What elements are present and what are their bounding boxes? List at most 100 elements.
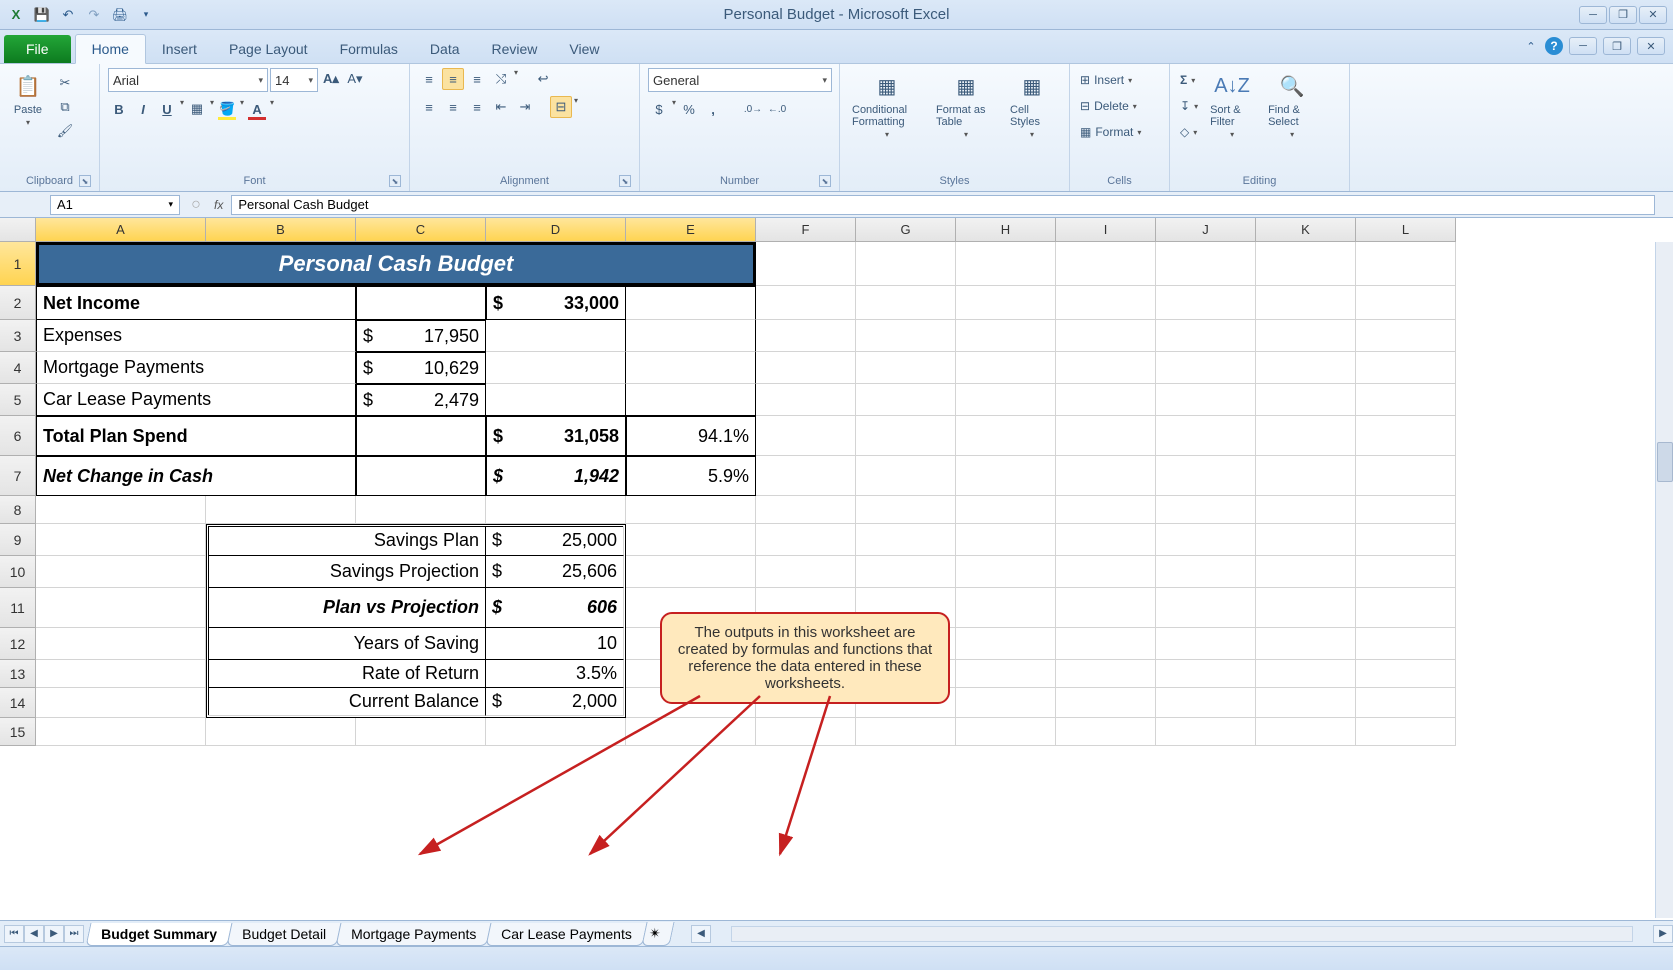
cell-empty[interactable] (1356, 456, 1456, 496)
redo-icon[interactable]: ↷ (84, 5, 104, 25)
cell-empty[interactable] (36, 524, 206, 556)
cell-empty[interactable] (36, 628, 206, 660)
cell-empty[interactable] (1256, 286, 1356, 320)
delete-cells-button[interactable]: ⊟Delete▾ (1078, 94, 1139, 118)
cell-a4[interactable]: Mortgage Payments (36, 352, 356, 384)
row-header-8[interactable]: 8 (0, 496, 36, 524)
last-sheet-button[interactable]: ⏭ (64, 925, 84, 943)
cell-empty[interactable] (36, 718, 206, 746)
home-tab[interactable]: Home (75, 34, 146, 64)
col-header-b[interactable]: B (206, 218, 356, 242)
fill-button[interactable]: ↧▾ (1178, 94, 1200, 118)
dialog-launcher-icon[interactable]: ⬊ (819, 175, 831, 187)
page-layout-tab[interactable]: Page Layout (213, 35, 324, 63)
cell-empty[interactable] (856, 718, 956, 746)
increase-indent-icon[interactable]: ⇥ (514, 96, 536, 118)
hscroll-left-button[interactable]: ◀ (691, 925, 711, 943)
cell-empty[interactable] (956, 384, 1056, 416)
cell-empty[interactable] (1256, 628, 1356, 660)
cell-d14[interactable]: $2,000 (486, 688, 624, 716)
col-header-f[interactable]: F (756, 218, 856, 242)
name-box[interactable]: A1▾ (50, 195, 180, 215)
col-header-i[interactable]: I (1056, 218, 1156, 242)
cell-empty[interactable] (756, 242, 856, 286)
row-header-1[interactable]: 1 (0, 242, 36, 286)
horizontal-scrollbar[interactable] (731, 926, 1633, 942)
cell-a5[interactable]: Car Lease Payments (36, 384, 356, 416)
cell-empty[interactable] (956, 688, 1056, 718)
percent-format-icon[interactable]: % (678, 98, 700, 120)
cell-bc10[interactable]: Savings Projection (208, 556, 486, 588)
number-format-combo[interactable]: General▾ (648, 68, 832, 92)
fill-color-button[interactable]: 🪣 (216, 98, 238, 120)
comma-format-icon[interactable]: , (702, 98, 724, 120)
new-sheet-button[interactable]: ✴ (641, 922, 674, 946)
row-header-2[interactable]: 2 (0, 286, 36, 320)
row-header-13[interactable]: 13 (0, 660, 36, 688)
cell-empty[interactable] (1056, 556, 1156, 588)
cell-a7[interactable]: Net Change in Cash (36, 456, 356, 496)
cut-icon[interactable]: ✂ (54, 72, 76, 94)
row-header-6[interactable]: 6 (0, 416, 36, 456)
sheet-tab-budget-detail[interactable]: Budget Detail (226, 923, 341, 946)
cell-empty[interactable] (1156, 660, 1256, 688)
cell-empty[interactable] (1356, 352, 1456, 384)
bold-button[interactable]: B (108, 98, 130, 120)
cell-e2[interactable] (626, 286, 756, 320)
cell-empty[interactable] (956, 628, 1056, 660)
minimize-ribbon-icon[interactable]: ⌃ (1521, 36, 1541, 56)
doc-close-button[interactable]: ✕ (1637, 37, 1665, 55)
cell-empty[interactable] (1356, 524, 1456, 556)
cell-empty[interactable] (486, 718, 626, 746)
accounting-format-icon[interactable]: $ (648, 98, 670, 120)
cell-empty[interactable] (1056, 242, 1156, 286)
select-all-button[interactable] (0, 218, 36, 242)
cell-styles-button[interactable]: ▦Cell Styles▾ (1006, 68, 1058, 141)
cell-empty[interactable] (1356, 556, 1456, 588)
row-header-3[interactable]: 3 (0, 320, 36, 352)
col-header-k[interactable]: K (1256, 218, 1356, 242)
cell-empty[interactable] (1256, 556, 1356, 588)
cell-empty[interactable] (626, 718, 756, 746)
col-header-l[interactable]: L (1356, 218, 1456, 242)
row-header-14[interactable]: 14 (0, 688, 36, 718)
dialog-launcher-icon[interactable]: ⬊ (389, 175, 401, 187)
cell-empty[interactable] (1056, 524, 1156, 556)
cell-empty[interactable] (956, 286, 1056, 320)
row-header-15[interactable]: 15 (0, 718, 36, 746)
prev-sheet-button[interactable]: ◀ (24, 925, 44, 943)
cell-empty[interactable] (1356, 416, 1456, 456)
format-painter-icon[interactable]: 🖌 (54, 120, 76, 142)
cell-empty[interactable] (956, 660, 1056, 688)
cell-empty[interactable] (1356, 286, 1456, 320)
cell-empty[interactable] (856, 456, 956, 496)
cell-d11[interactable]: $606 (486, 588, 624, 628)
cell-empty[interactable] (856, 384, 956, 416)
format-cells-button[interactable]: ▦Format▾ (1078, 120, 1143, 144)
first-sheet-button[interactable]: ⏮ (4, 925, 24, 943)
dialog-launcher-icon[interactable]: ⬊ (619, 175, 631, 187)
align-left-icon[interactable]: ≡ (418, 96, 440, 118)
cell-empty[interactable] (956, 524, 1056, 556)
conditional-formatting-button[interactable]: ▦Conditional Formatting▾ (848, 68, 926, 141)
cell-empty[interactable] (1256, 496, 1356, 524)
cell-empty[interactable] (756, 384, 856, 416)
help-icon[interactable]: ? (1545, 37, 1563, 55)
sheet-tab-budget-summary[interactable]: Budget Summary (86, 923, 233, 946)
merge-center-icon[interactable]: ⊟ (550, 96, 572, 118)
cell-empty[interactable] (1156, 524, 1256, 556)
cell-empty[interactable] (1156, 588, 1256, 628)
hscroll-right-button[interactable]: ▶ (1653, 925, 1673, 943)
next-sheet-button[interactable]: ▶ (44, 925, 64, 943)
cell-empty[interactable] (1256, 718, 1356, 746)
cell-empty[interactable] (956, 352, 1056, 384)
cell-empty[interactable] (856, 352, 956, 384)
cell-empty[interactable] (1256, 320, 1356, 352)
cell-empty[interactable] (1156, 384, 1256, 416)
find-select-button[interactable]: 🔍Find & Select▾ (1264, 68, 1320, 141)
col-header-h[interactable]: H (956, 218, 1056, 242)
save-icon[interactable]: 💾 (32, 5, 52, 25)
cell-a3[interactable]: Expenses (36, 320, 356, 352)
spreadsheet-grid[interactable]: ABCDEFGHIJKL 123456789101112131415 Perso… (0, 218, 1673, 918)
col-header-j[interactable]: J (1156, 218, 1256, 242)
